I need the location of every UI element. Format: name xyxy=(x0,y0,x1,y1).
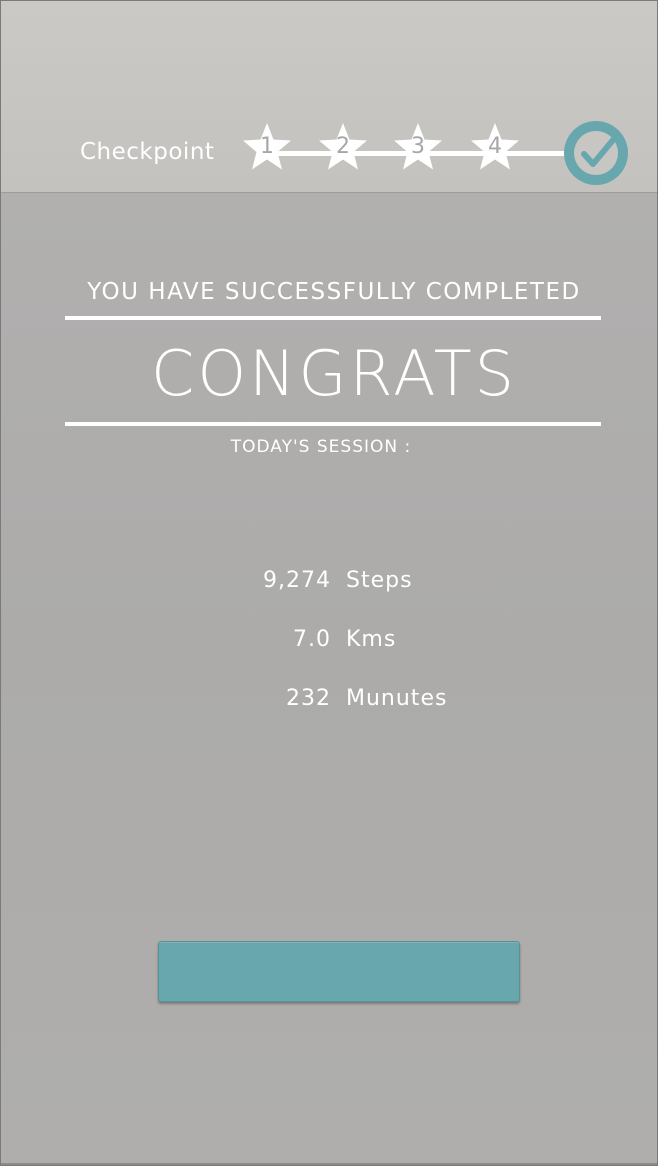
session-label: TODAY'S SESSION : xyxy=(230,437,412,457)
final-checkpoint-badge[interactable] xyxy=(561,118,631,188)
completion-headline: YOU HAVE SUCCESSFULLY COMPLETED xyxy=(87,279,581,305)
checkpoint-number: 3 xyxy=(411,134,425,159)
stat-value: 7.0 xyxy=(293,627,331,652)
checkpoint-number: 1 xyxy=(260,134,274,159)
stat-row-distance: 7.0 Kms xyxy=(1,627,657,657)
stat-row-steps: 9,274 Steps xyxy=(1,568,657,598)
continue-button[interactable] xyxy=(158,941,520,1002)
divider xyxy=(65,422,601,426)
checkpoint-header: Checkpoint 1 2 3 4 xyxy=(1,1,657,193)
stat-unit: Kms xyxy=(346,627,397,652)
stat-unit: Steps xyxy=(346,568,413,593)
stat-value: 9,274 xyxy=(263,568,331,593)
checkpoint-number: 4 xyxy=(488,134,502,159)
stat-value: 232 xyxy=(286,686,331,711)
stat-row-duration: 232 Munutes xyxy=(1,686,657,716)
checkpoint-star-1[interactable]: 1 xyxy=(241,121,293,173)
checkpoint-star-4[interactable]: 4 xyxy=(469,121,521,173)
page-title: CONGRATS xyxy=(151,337,517,410)
stat-unit: Munutes xyxy=(346,686,448,711)
checkpoint-star-2[interactable]: 2 xyxy=(317,121,369,173)
checkpoint-number: 2 xyxy=(336,134,350,159)
bottom-edge xyxy=(1,1163,657,1165)
check-circle-icon xyxy=(564,121,628,185)
divider xyxy=(65,316,601,320)
checkpoint-star-3[interactable]: 3 xyxy=(392,121,444,173)
session-complete-screen: Checkpoint 1 2 3 4 YOU HAVE SUCCESSFULLY… xyxy=(0,0,658,1166)
checkpoint-label: Checkpoint xyxy=(80,139,215,165)
